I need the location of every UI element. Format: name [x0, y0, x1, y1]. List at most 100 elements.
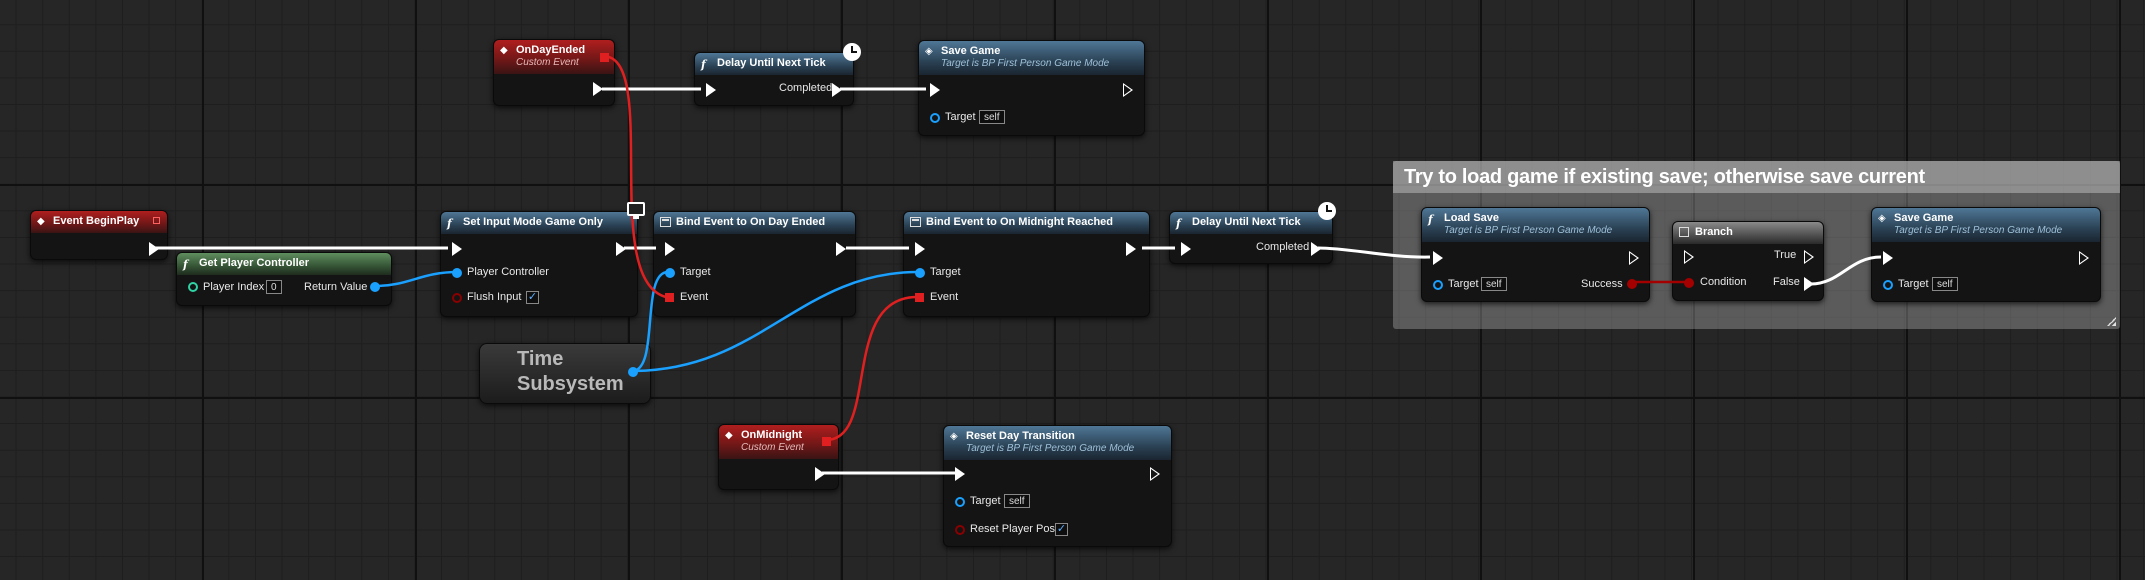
node-title: Event BeginPlay: [53, 215, 140, 227]
delegate-wire: [825, 295, 918, 442]
time-subsystem-line1: Time: [517, 348, 564, 370]
node-on-day-ended[interactable]: ◆ OnDayEnded Custom Event: [493, 39, 615, 106]
node-header: ◆ Event BeginPlay: [31, 211, 167, 233]
target-pin[interactable]: [665, 268, 675, 278]
return-value-pin[interactable]: [370, 282, 380, 292]
flush-input-label: Flush Input: [467, 291, 522, 303]
node-title: Set Input Mode Game Only: [463, 216, 603, 228]
target-input[interactable]: self: [979, 110, 1005, 124]
exec-in-pin[interactable]: [915, 242, 925, 256]
node-subtitle: Custom Event: [516, 57, 579, 68]
exec-in-pin[interactable]: [452, 242, 462, 256]
exec-out-pin[interactable]: [593, 82, 603, 96]
node-header: f Get Player Controller: [177, 253, 391, 275]
exec-in-pin[interactable]: [930, 83, 940, 97]
player-index-pin[interactable]: [188, 282, 198, 292]
node-set-input-mode[interactable]: f Set Input Mode Game Only Player Contro…: [440, 211, 638, 317]
target-pin[interactable]: [1883, 280, 1893, 290]
node-header: f Set Input Mode Game Only: [441, 212, 637, 234]
target-pin[interactable]: [1433, 280, 1443, 290]
target-label: Target: [1448, 278, 1479, 290]
reset-player-pos-checkbox[interactable]: ✓: [1055, 523, 1068, 536]
node-on-midnight[interactable]: ◆ OnMidnight Custom Event: [718, 424, 839, 490]
exec-out-pin[interactable]: [2079, 251, 2089, 265]
node-title: Save Game: [1894, 212, 1954, 224]
time-subsystem-out-pin[interactable]: [628, 367, 638, 377]
time-subsystem-node[interactable]: Time Subsystem: [479, 343, 651, 404]
node-header: ◈ Save Game Target is BP First Person Ga…: [1872, 208, 2100, 242]
function-icon: f: [1428, 213, 1433, 226]
node-reset-day-transition[interactable]: ◈ Reset Day Transition Target is BP Firs…: [943, 425, 1172, 547]
function-icon: ◈: [1878, 213, 1886, 224]
false-exec-pin[interactable]: [1804, 277, 1814, 291]
player-controller-pin[interactable]: [452, 268, 462, 278]
exec-in-pin[interactable]: [955, 467, 965, 481]
completed-exec-pin[interactable]: [1311, 242, 1321, 256]
target-pin[interactable]: [915, 268, 925, 278]
player-controller-label: Player Controller: [467, 266, 549, 278]
exec-in-pin[interactable]: [706, 83, 716, 97]
reset-player-pos-pin[interactable]: [955, 525, 965, 535]
completed-label: Completed: [779, 82, 833, 94]
comment-title[interactable]: Try to load game if existing save; other…: [1393, 161, 2120, 193]
event-label: Event: [930, 291, 959, 303]
node-title: Branch: [1695, 226, 1733, 238]
node-load-save[interactable]: f Load Save Target is BP First Person Ga…: [1421, 207, 1650, 302]
true-label: True: [1774, 249, 1797, 261]
node-get-player-controller[interactable]: f Get Player Controller Player Index 0 R…: [176, 252, 392, 306]
time-subsystem-line2: Subsystem: [517, 373, 624, 395]
node-event-beginplay[interactable]: ◆ Event BeginPlay: [30, 210, 168, 260]
exec-out-pin[interactable]: [1126, 242, 1136, 256]
node-title: Save Game: [941, 45, 1001, 57]
exec-out-pin[interactable]: [616, 242, 626, 256]
flush-input-pin[interactable]: [452, 293, 462, 303]
target-input[interactable]: self: [1932, 277, 1958, 291]
delegate-pin[interactable]: [822, 437, 831, 446]
target-pin[interactable]: [930, 113, 940, 123]
function-icon: f: [447, 217, 452, 230]
condition-pin[interactable]: [1684, 278, 1694, 288]
target-input[interactable]: self: [1004, 494, 1030, 508]
event-icon: ◆: [725, 430, 733, 441]
node-bind-midnight[interactable]: Bind Event to On Midnight Reached Target…: [903, 211, 1150, 317]
node-subtitle: Custom Event: [741, 442, 804, 453]
node-branch[interactable]: Branch True Condition False: [1672, 221, 1824, 301]
resize-grip-icon[interactable]: [2106, 316, 2116, 326]
true-exec-pin[interactable]: [1804, 250, 1814, 264]
delegate-pin[interactable]: [600, 53, 609, 62]
exec-in-pin[interactable]: [1433, 251, 1443, 265]
exec-in-pin[interactable]: [1883, 251, 1893, 265]
node-bind-day-ended[interactable]: Bind Event to On Day Ended Target Event: [653, 211, 856, 317]
delegate-output-icon[interactable]: [153, 217, 160, 224]
player-index-input[interactable]: 0: [266, 280, 282, 294]
target-input[interactable]: self: [1481, 277, 1507, 291]
node-title: Bind Event to On Day Ended: [676, 216, 826, 228]
success-pin[interactable]: [1627, 279, 1637, 289]
target-pin[interactable]: [955, 497, 965, 507]
exec-in-pin[interactable]: [665, 242, 675, 256]
node-subtitle: Target is BP First Person Game Mode: [1444, 225, 1613, 236]
node-header: ◈ Save Game Target is BP First Person Ga…: [919, 41, 1144, 75]
exec-out-pin[interactable]: [1123, 83, 1133, 97]
node-save-game-top[interactable]: ◈ Save Game Target is BP First Person Ga…: [918, 40, 1145, 136]
exec-out-pin[interactable]: [1629, 251, 1639, 265]
exec-out-pin[interactable]: [1150, 467, 1160, 481]
exec-out-pin[interactable]: [836, 242, 846, 256]
exec-in-pin[interactable]: [1684, 250, 1694, 264]
node-delay-mid[interactable]: f Delay Until Next Tick Completed: [1169, 211, 1333, 264]
node-save-game-right[interactable]: ◈ Save Game Target is BP First Person Ga…: [1871, 207, 2101, 302]
completed-exec-pin[interactable]: [832, 83, 842, 97]
node-title: Reset Day Transition: [966, 430, 1075, 442]
node-delay-top[interactable]: f Delay Until Next Tick Completed: [694, 52, 854, 106]
exec-out-pin[interactable]: [815, 467, 825, 481]
node-header: Bind Event to On Midnight Reached: [904, 212, 1149, 234]
flush-input-checkbox[interactable]: ✓: [526, 291, 539, 304]
exec-out-pin[interactable]: [149, 242, 159, 256]
event-pin[interactable]: [915, 293, 924, 302]
target-label: Target: [930, 266, 961, 278]
event-pin[interactable]: [665, 293, 674, 302]
node-header: Branch: [1673, 222, 1823, 244]
node-subtitle: Target is BP First Person Game Mode: [941, 58, 1110, 69]
target-label: Target: [1898, 278, 1929, 290]
exec-in-pin[interactable]: [1181, 242, 1191, 256]
